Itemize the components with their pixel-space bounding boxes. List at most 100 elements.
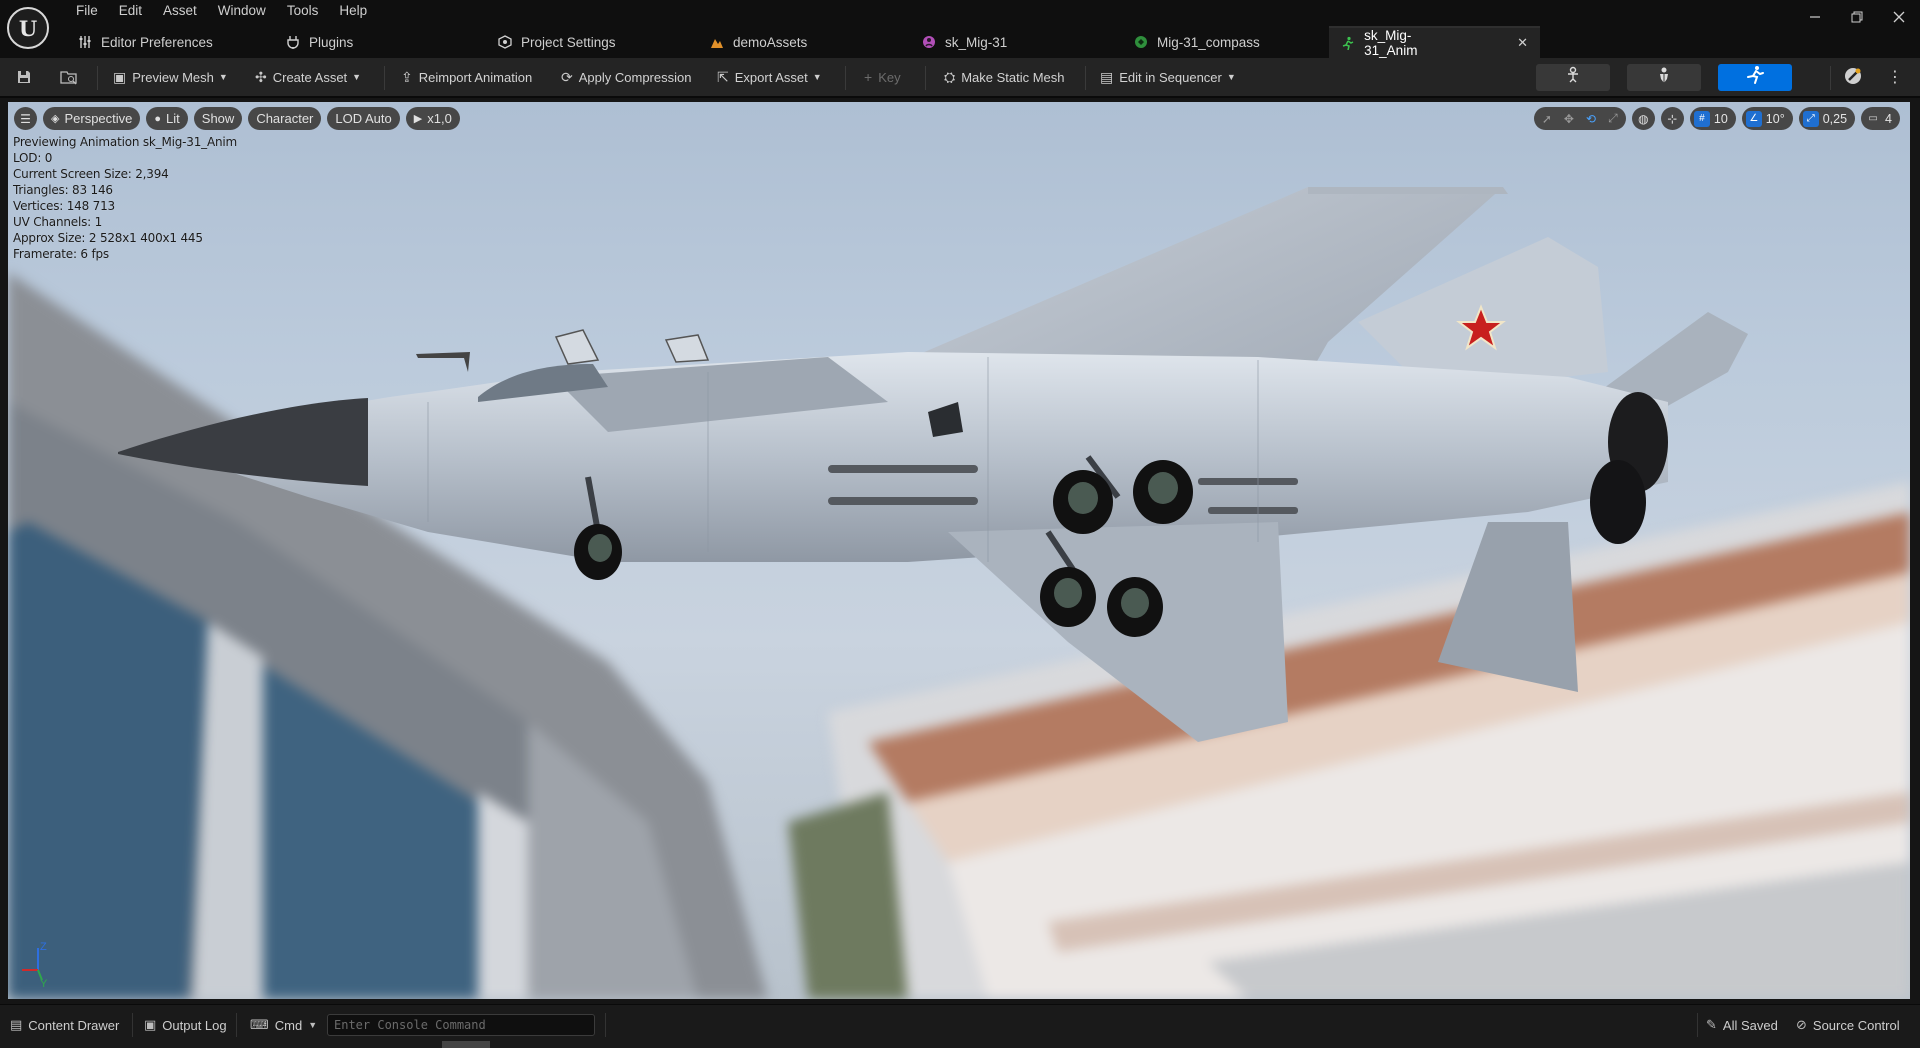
rotation-snap-button[interactable]: ∠ 10° <box>1741 107 1793 130</box>
content-drawer-button[interactable]: ▤ Content Drawer <box>10 1005 119 1045</box>
tab-editor-preferences[interactable]: Editor Preferences <box>65 26 273 58</box>
tab-sk-mig-31-anim[interactable]: sk_Mig-31_Anim ✕ <box>1329 26 1540 58</box>
close-window-icon[interactable] <box>1878 0 1920 34</box>
create-asset-button[interactable]: ✣ Create Asset ▼ <box>255 58 361 96</box>
lit-mode-button[interactable]: ● Lit <box>146 107 188 130</box>
apply-compression-button[interactable]: ⟳ Apply Compression <box>561 58 691 96</box>
reimport-animation-button[interactable]: ⇪ Reimport Animation <box>401 58 532 96</box>
key-label: Key <box>878 69 901 85</box>
reimport-animation-label: Reimport Animation <box>418 69 533 85</box>
browse-asset-icon[interactable] <box>60 58 78 96</box>
tab-label: sk_Mig-31 <box>945 34 1008 50</box>
source-control-off-icon: ⊘ <box>1796 1017 1807 1032</box>
cmd-selector[interactable]: ⌨ Cmd ▼ <box>250 1005 323 1045</box>
chevron-down-icon: ▼ <box>218 72 228 82</box>
more-options-icon[interactable]: ⋮ <box>1887 58 1903 96</box>
save-icon[interactable] <box>16 58 32 96</box>
menu-tools[interactable]: Tools <box>277 0 330 23</box>
mesh-icon <box>1133 35 1148 49</box>
status-bar: ▤ Content Drawer ▣ Output Log ⌨ Cmd ▼ ✎ … <box>0 1004 1920 1048</box>
close-icon[interactable]: ✕ <box>1517 35 1528 51</box>
tab-label: Editor Preferences <box>101 34 213 50</box>
menu-asset[interactable]: Asset <box>153 0 208 23</box>
save-status-icon: ✎ <box>1706 1017 1717 1032</box>
tab-label: demoAssets <box>733 34 808 50</box>
running-figure-icon <box>1745 65 1765 90</box>
chevron-down-icon: ▼ <box>1226 72 1236 82</box>
sliders-icon <box>77 35 92 49</box>
make-static-mesh-button[interactable]: ⛭ Make Static Mesh <box>944 58 1065 96</box>
asset-toolbar: ▣ Preview Mesh ▼ ✣ Create Asset ▼ ⇪ Reim… <box>0 58 1920 98</box>
animation-icon <box>1341 36 1355 50</box>
mesh-mode-button[interactable] <box>1627 64 1701 91</box>
menu-window[interactable]: Window <box>208 0 277 23</box>
transform-tools: ➚ ✥ ⟲ ⤢ <box>1533 107 1626 130</box>
surface-snap-button[interactable]: ⊹ <box>1660 107 1684 130</box>
skeleton-mode-button[interactable] <box>1536 64 1610 91</box>
compression-icon: ⟳ <box>561 68 573 85</box>
scale-icon[interactable]: ⤢ <box>1605 111 1621 126</box>
cmd-label: Cmd <box>274 1017 303 1033</box>
console-command-input[interactable] <box>327 1014 595 1036</box>
perspective-label: Perspective <box>64 111 133 126</box>
content-drawer-label: Content Drawer <box>28 1017 120 1033</box>
grid-snap-button[interactable]: # 10 <box>1689 107 1736 130</box>
plus-icon: + <box>864 69 873 85</box>
unreal-logo-icon[interactable]: U <box>7 7 49 49</box>
grid-snap-value: 10 <box>1713 111 1728 126</box>
statusbar-divider <box>236 1013 237 1037</box>
animation-mode-button[interactable] <box>1718 64 1792 91</box>
stat-triangles: Triangles: 83 146 <box>13 183 113 197</box>
chevron-down-icon: ▼ <box>352 72 362 82</box>
minimize-icon[interactable] <box>1794 0 1836 34</box>
perspective-button[interactable]: ◈ Perspective <box>43 107 141 130</box>
stat-approx-size: Approx Size: 2 528x1 400x1 445 <box>13 231 203 245</box>
tab-mig-31-compass[interactable]: Mig-31_compass <box>1121 26 1329 58</box>
show-button[interactable]: Show <box>193 107 243 130</box>
platform-settings-button[interactable] <box>1843 58 1863 96</box>
tab-label: Plugins <box>309 34 354 50</box>
tab-plugins[interactable]: Plugins <box>273 26 485 58</box>
edit-in-sequencer-button[interactable]: ▤ Edit in Sequencer ▼ <box>1100 58 1236 96</box>
rotate-icon[interactable]: ⟲ <box>1583 112 1599 126</box>
create-asset-label: Create Asset <box>272 69 348 85</box>
settings-brush-icon <box>1843 66 1863 89</box>
lod-button[interactable]: LOD Auto <box>327 107 400 130</box>
stat-screen-size: Current Screen Size: 2,394 <box>13 167 169 181</box>
camera-speed-button[interactable]: ▭ 4 <box>1861 107 1900 130</box>
key-button[interactable]: + Key <box>864 58 901 96</box>
source-control-label: Source Control <box>1812 1017 1900 1033</box>
scale-snap-button[interactable]: ⤢ 0,25 <box>1798 107 1856 130</box>
level-icon <box>709 35 724 49</box>
edit-in-sequencer-label: Edit in Sequencer <box>1119 69 1222 85</box>
menu-edit[interactable]: Edit <box>109 0 153 23</box>
rotation-snap-value: 10° <box>1765 111 1785 126</box>
sequencer-icon: ▤ <box>1100 68 1114 85</box>
source-control-button[interactable]: ⊘ Source Control <box>1796 1005 1900 1045</box>
statusbar-divider <box>1697 1013 1698 1037</box>
create-asset-icon: ✣ <box>255 68 267 85</box>
tab-project-settings[interactable]: Project Settings <box>485 26 697 58</box>
preview-mesh-button[interactable]: ▣ Preview Mesh ▼ <box>113 58 228 96</box>
character-button[interactable]: Character <box>248 107 322 130</box>
select-icon[interactable]: ➚ <box>1539 112 1555 126</box>
viewport-menu-button[interactable]: ☰ <box>14 107 37 130</box>
skeleton-mode-icon <box>1564 66 1582 89</box>
restore-icon[interactable] <box>1836 0 1878 34</box>
menu-help[interactable]: Help <box>329 0 378 23</box>
settings-cube-icon <box>497 35 512 49</box>
menu-file[interactable]: File <box>66 0 109 23</box>
toolbar-divider <box>925 66 926 90</box>
tab-demoassets[interactable]: demoAssets <box>697 26 909 58</box>
playback-speed-button[interactable]: ▶ x1,0 <box>405 107 460 130</box>
tab-label: Project Settings <box>521 34 616 50</box>
all-saved-button[interactable]: ✎ All Saved <box>1706 1005 1778 1045</box>
tab-sk-mig-31[interactable]: sk_Mig-31 <box>909 26 1121 58</box>
output-log-button[interactable]: ▣ Output Log <box>144 1005 227 1045</box>
lit-label: Lit <box>166 111 180 126</box>
translate-icon[interactable]: ✥ <box>1561 112 1577 126</box>
local-space-button[interactable]: ◍ <box>1631 107 1655 130</box>
mig-31-aircraft-model <box>118 187 1748 742</box>
export-asset-button[interactable]: ⇱ Export Asset ▼ <box>717 58 822 96</box>
preview-viewport[interactable]: ☰ ◈ Perspective ● Lit Show Character LOD… <box>8 102 1910 999</box>
